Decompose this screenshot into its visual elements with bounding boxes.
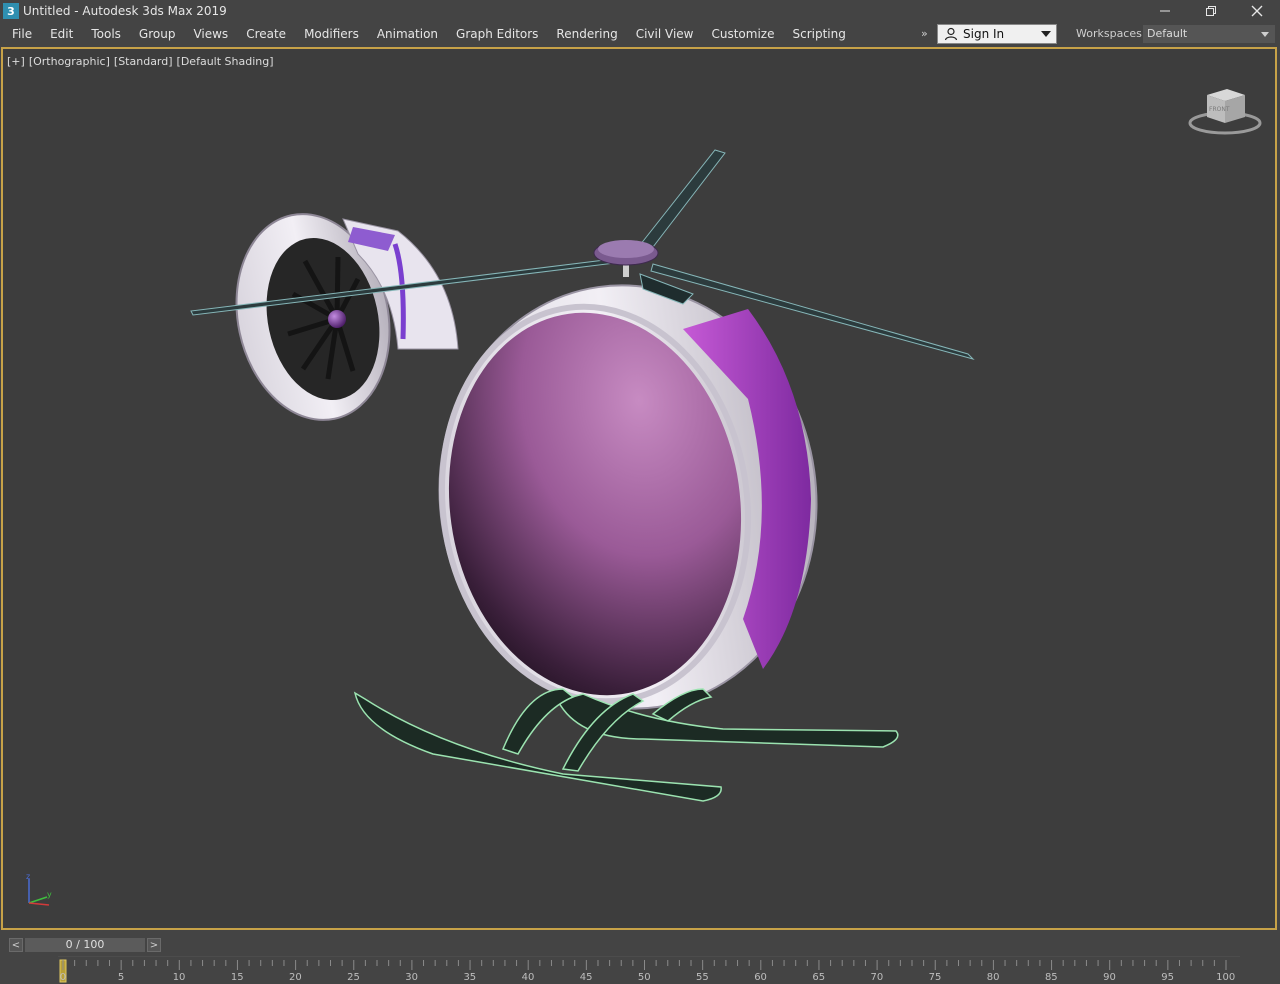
menu-overflow-button[interactable]: » [921, 22, 928, 46]
viewport[interactable]: [+] [Orthographic] [Standard] [Default S… [1, 47, 1277, 930]
sign-in-label: Sign In [963, 27, 1005, 41]
trackbar-tick-label: 65 [812, 972, 825, 983]
frame-counter: 0 / 100 [65, 938, 105, 951]
helicopter-body [438, 240, 818, 710]
trackbar-tick-label: 60 [754, 972, 767, 983]
time-controls: < 0 / 100 > 0 5 10 15 20 25 30 35 40 45 50 55 60 65 70… [0, 932, 1280, 984]
track-bar[interactable]: 0 5 10 15 20 25 30 35 40 45 50 55 60 65 70 75 80 85 90 95 10… [0, 956, 1280, 984]
workspaces-label: Workspaces: [1076, 27, 1146, 40]
restore-icon [1206, 6, 1216, 16]
trackbar-tick-label: 55 [696, 972, 709, 983]
menu-animation[interactable]: Animation [368, 23, 447, 45]
trackbar-tick-label: 30 [405, 972, 418, 983]
trackbar-tick-label: 95 [1161, 972, 1174, 983]
minimize-icon [1160, 10, 1170, 12]
minimize-button[interactable] [1142, 0, 1188, 22]
trackbar-tick-label: 10 [173, 972, 186, 983]
axis-tripod-icon: z y [26, 872, 52, 906]
trackbar-tick-label: 100 [1216, 972, 1235, 983]
trackbar-tick-label: 85 [1045, 972, 1058, 983]
menu-views[interactable]: Views [184, 23, 237, 45]
trackbar-tick-label: 40 [522, 972, 535, 983]
close-button[interactable] [1234, 0, 1280, 22]
menu-scripting[interactable]: Scripting [783, 23, 854, 45]
trackbar-tick-label: 70 [871, 972, 884, 983]
menu-bar: File Edit Tools Group Views Create Modif… [0, 22, 1280, 46]
menu-civil-view[interactable]: Civil View [627, 23, 703, 45]
trackbar-tick-label: 75 [929, 972, 942, 983]
chevron-down-icon [1041, 31, 1051, 37]
previous-frame-button[interactable]: < [9, 938, 23, 952]
title-bar: 3 Untitled - Autodesk 3ds Max 2019 [0, 0, 1280, 22]
menu-modifiers[interactable]: Modifiers [295, 23, 368, 45]
trackbar-tick-label: 50 [638, 972, 651, 983]
trackbar-tick-label: 80 [987, 972, 1000, 983]
trackbar-tick-label: 20 [289, 972, 302, 983]
restore-button[interactable] [1188, 0, 1234, 22]
trackbar-tick-label: 0 [60, 972, 66, 983]
trackbar-tick-label: 15 [231, 972, 244, 983]
trackbar-tick-label: 5 [118, 972, 124, 983]
menu-tools[interactable]: Tools [82, 23, 130, 45]
trackbar-tick-label: 25 [347, 972, 360, 983]
tail-fan [235, 213, 459, 421]
next-frame-button[interactable]: > [147, 938, 161, 952]
workspace-select[interactable]: Default [1143, 25, 1275, 43]
menu-group[interactable]: Group [130, 23, 185, 45]
user-icon [944, 27, 958, 41]
viewcube[interactable]: FRONT [1187, 83, 1263, 139]
menu-rendering[interactable]: Rendering [547, 23, 626, 45]
menu-file[interactable]: File [0, 23, 41, 45]
menu-create[interactable]: Create [237, 23, 295, 45]
window-controls [1142, 0, 1280, 22]
menu-graph-editors[interactable]: Graph Editors [447, 23, 547, 45]
helicopter-model[interactable] [3, 49, 1275, 928]
sign-in-dropdown[interactable]: Sign In [937, 24, 1057, 44]
viewcube-face-label: FRONT [1209, 106, 1230, 113]
app-icon: 3 [3, 3, 19, 19]
axis-z-label: z [26, 872, 30, 881]
menu-edit[interactable]: Edit [41, 23, 82, 45]
chevron-down-icon [1261, 32, 1269, 37]
trackbar-tick-label: 90 [1103, 972, 1116, 983]
workspace-value: Default [1147, 27, 1188, 40]
axis-y-label: y [47, 890, 52, 899]
trackbar-tick-label: 35 [463, 972, 476, 983]
trackbar-tick-label: 45 [580, 972, 593, 983]
close-icon [1251, 5, 1263, 17]
time-slider[interactable]: 0 / 100 [25, 938, 145, 952]
time-slider-row: < 0 / 100 > [9, 937, 161, 953]
menu-customize[interactable]: Customize [702, 23, 783, 45]
landing-skids [353, 688, 899, 802]
window-title: Untitled - Autodesk 3ds Max 2019 [23, 4, 227, 18]
